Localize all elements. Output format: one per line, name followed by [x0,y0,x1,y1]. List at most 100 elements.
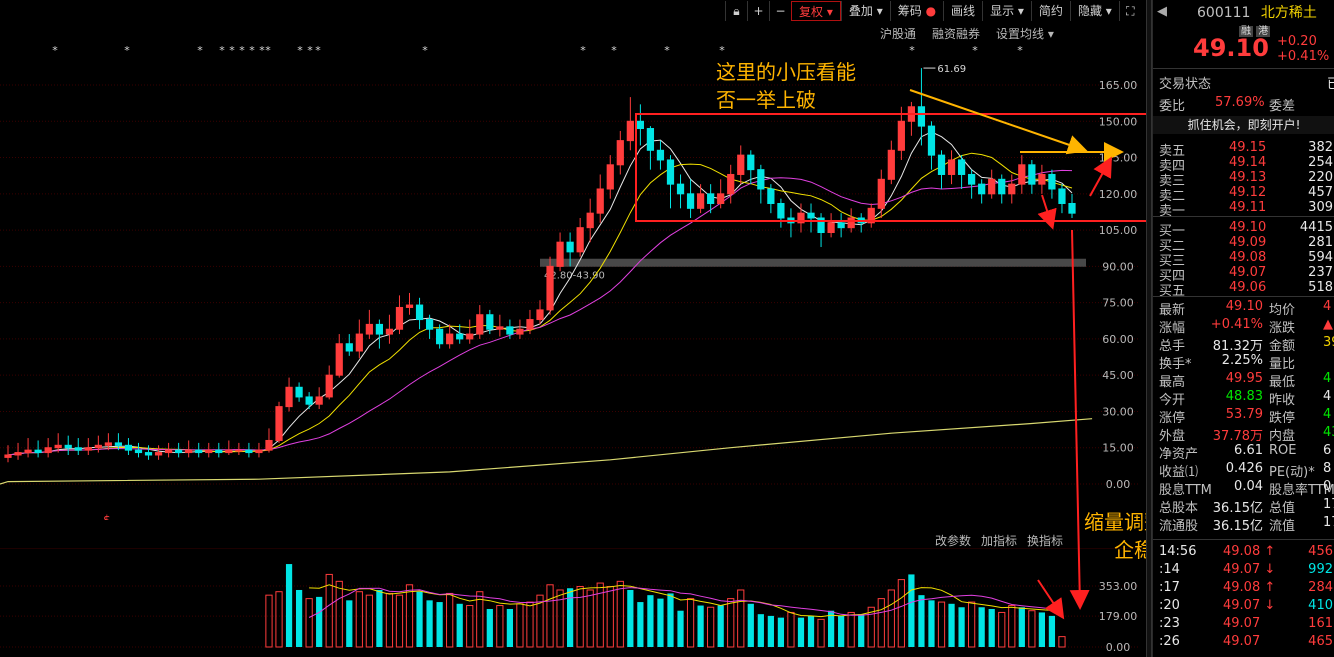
order-volume: 518 [1308,280,1333,295]
toolbar-draw-button[interactable]: 画线 [943,1,982,21]
candle-up [526,319,534,330]
stat-value: 8 [1323,461,1332,476]
volume-bar-up [466,605,474,648]
tick-price: 49.07 [1223,634,1261,649]
volume-bar-down [316,596,323,647]
tick-row[interactable]: 14:56 49.08 ↑ 456 [1159,544,1334,562]
volume-chart[interactable]: 353.00 179.00 0.00 [0,548,1145,657]
stat-row[interactable]: 收益⑴ 0.426 PE(动)* 8 [1159,461,1334,480]
stat-row[interactable]: 净资产 6.61 ROE 6 [1159,443,1334,462]
tick-row[interactable]: :23 49.07 161 [1159,616,1334,634]
volume-toolbar: 改参数 加指标 换指标 [935,532,1063,549]
stat-row[interactable]: 今开 48.83 昨收 4 [1159,389,1334,408]
volume-bar-up [365,594,373,648]
volume-bar-down [285,564,293,647]
candle-up [887,149,895,180]
toolbar-label: 叠加 [848,4,873,18]
volume-bar-up [385,592,394,648]
tick-row[interactable]: :26 49.07 465 [1159,634,1334,652]
toolbar-fuquan-button[interactable]: 复权 ▾ [791,1,841,21]
candle-down [1028,164,1036,185]
candle-down [837,222,845,229]
candle-up [947,159,956,175]
event-marker: * [664,44,670,57]
fullscreen-icon[interactable]: ⛶ [1118,1,1141,21]
volume-bar-up [1058,636,1066,648]
volume-bar-up [787,611,795,648]
order-volume: 594 [1308,250,1333,265]
lock-icon[interactable]: 🔒︎ [725,1,747,21]
candle-up [596,188,604,214]
y-tick-label: 75.00 [1102,297,1134,310]
stat-value: 4 [1323,299,1332,314]
stat-row[interactable]: 总手 81.32万金额 39. [1159,335,1334,354]
stat-label: 收益⑴ [1159,465,1199,480]
tick-price: 49.08 ↑ [1223,580,1276,595]
tick-row[interactable]: :20 49.07 ↓ 410 [1159,598,1334,616]
stat-row[interactable]: 总股本 36.15亿总值 17 [1159,497,1334,516]
stat-row[interactable]: 换手* 2.25% 量比 [1159,353,1334,372]
order-price: 49.12 [1229,185,1267,200]
volume-bar-down [858,614,865,647]
annotation-text-top: 这里的小压看能 否一举上破 [716,58,856,114]
toolbar-simple-button[interactable]: 简约 [1030,1,1070,21]
candle-down [124,444,133,451]
stat-label: 最低 [1269,375,1296,390]
stat-row[interactable]: 涨幅 +0.41% 涨跌 ▲ [1159,317,1334,336]
candle-up [355,333,363,352]
stat-value: 4 [1323,407,1332,422]
y-tick-label: 30.00 [1102,405,1134,418]
stat-label: 最新 [1159,303,1186,318]
stat-row[interactable]: 外盘 37.78万内盘 43. [1159,425,1334,444]
order-volume: 457 [1308,185,1333,200]
candle-up [285,386,293,408]
volume-bar-down [757,614,764,647]
annotation-line: 否一举上破 [716,88,816,112]
candle-up [867,207,875,224]
open-account-banner[interactable]: 抓住机会，即刻开户! [1153,116,1334,134]
toolbar-chips-button[interactable]: 筹码 ● [889,1,943,21]
zoom-in-icon[interactable]: + [747,1,769,21]
back-arrow-icon[interactable]: ◀ [1157,4,1167,19]
candle-up [44,447,52,454]
tick-row[interactable]: :17 49.08 ↑ 284 [1159,580,1334,598]
ma-settings-label: 设置均线 [996,27,1045,41]
candle-up [54,444,62,449]
stat-row[interactable]: 流通股 36.15亿流值 17 [1159,515,1334,534]
stat-value: 0 [1323,479,1332,494]
stat-label: 流通股 [1159,519,1199,534]
candle-down [1048,173,1056,190]
zoom-out-icon[interactable]: − [769,1,791,21]
candle-up [847,217,855,229]
stat-label: 昨收 [1269,393,1296,408]
stat-row[interactable]: 股息TTM 0.04 股息率TTM 0 [1159,479,1334,498]
volume-bar-up [1008,605,1016,648]
volume-bar-up [937,601,946,648]
candle-down [34,449,42,454]
volume-bar-up [576,586,584,648]
event-marker: * [197,44,203,57]
stat-row[interactable]: 最新 49.10 均价 4 [1159,299,1334,318]
add-indicator-link[interactable]: 加指标 [981,532,1017,549]
toolbar-hide-button[interactable]: 隐藏 ▾ [1069,1,1119,21]
stat-label: PE(动)* [1269,465,1315,480]
candle-up [94,444,102,449]
candle-down [747,154,755,171]
toolbar-overlay-button[interactable]: 叠加 ▾ [840,1,890,21]
tick-row[interactable]: :14 49.07 ↓ 992 [1159,562,1334,580]
stat-row[interactable]: 最高 49.95 最低 4 [1159,371,1334,390]
volume-bar-up [616,580,624,648]
switch-indicator-link[interactable]: 换指标 [1027,532,1063,549]
toolbar-display-button[interactable]: 显示 ▾ [982,1,1031,21]
volume-bar-up [516,603,524,648]
candle-down [456,333,464,340]
stat-value: 49.95 [1225,371,1263,386]
volume-bar-up [446,592,454,648]
stat-value: 37.78万 [1212,429,1263,444]
change-params-link[interactable]: 改参数 [935,532,971,549]
volume-bar-down [677,610,684,647]
candlestick-chart[interactable]: 165.00 150.00 135.00 120.00 105.00 90.00 75.00… [0,40,1145,520]
stat-label: 涨停 [1159,411,1186,426]
candle-up [586,212,594,229]
stat-row[interactable]: 涨停 53.79 跌停 4 [1159,407,1334,426]
